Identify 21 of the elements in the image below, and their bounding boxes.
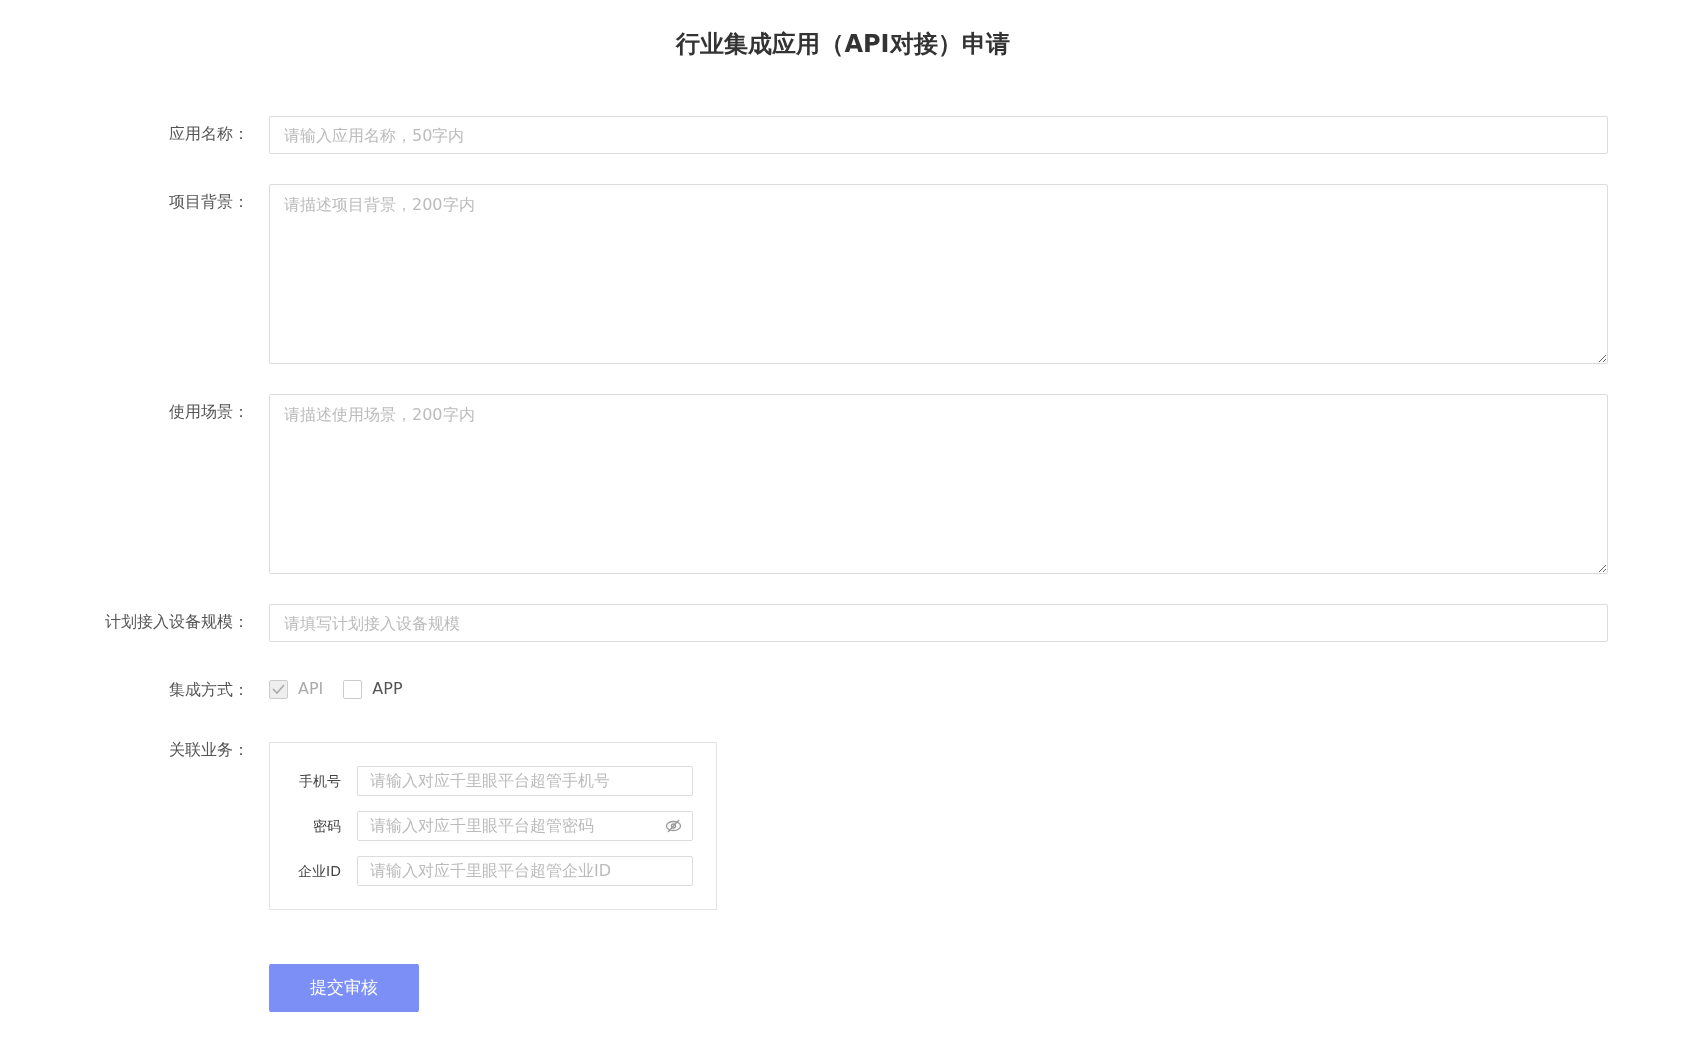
input-field[interactable]: 请输入应用名称，50字内 [269,116,1608,154]
checkbox-option[interactable]: APP [343,677,403,701]
eye-hidden-icon[interactable] [665,819,682,833]
field-label: 密码 [312,816,342,836]
text-area[interactable]: 请描述使用场景，200字内 [269,394,1608,574]
check-icon [272,684,285,694]
submit-button[interactable]: 提交审核 [269,964,419,1012]
input-field[interactable]: 请输入对应千里眼平台超管手机号 [357,766,693,796]
field-label: 集成方式： [168,679,250,701]
input-field[interactable]: 请输入对应千里眼平台超管密码 [357,811,693,841]
field-label: 计划接入设备规模： [104,611,250,633]
field-label: 项目背景： [168,191,250,213]
input-field[interactable]: 请填写计划接入设备规模 [269,604,1608,642]
page-title: 行业集成应用（API对接）申请 [674,29,1011,60]
input-field[interactable]: 请输入对应千里眼平台超管企业ID [357,856,693,886]
field-label: 企业ID [297,861,342,881]
field-label: 使用场景： [168,401,250,423]
text-area[interactable]: 请描述项目背景，200字内 [269,184,1608,364]
field-label: 应用名称： [168,123,250,145]
field-label: 手机号 [298,771,342,791]
field-label: 关联业务： [168,739,250,761]
